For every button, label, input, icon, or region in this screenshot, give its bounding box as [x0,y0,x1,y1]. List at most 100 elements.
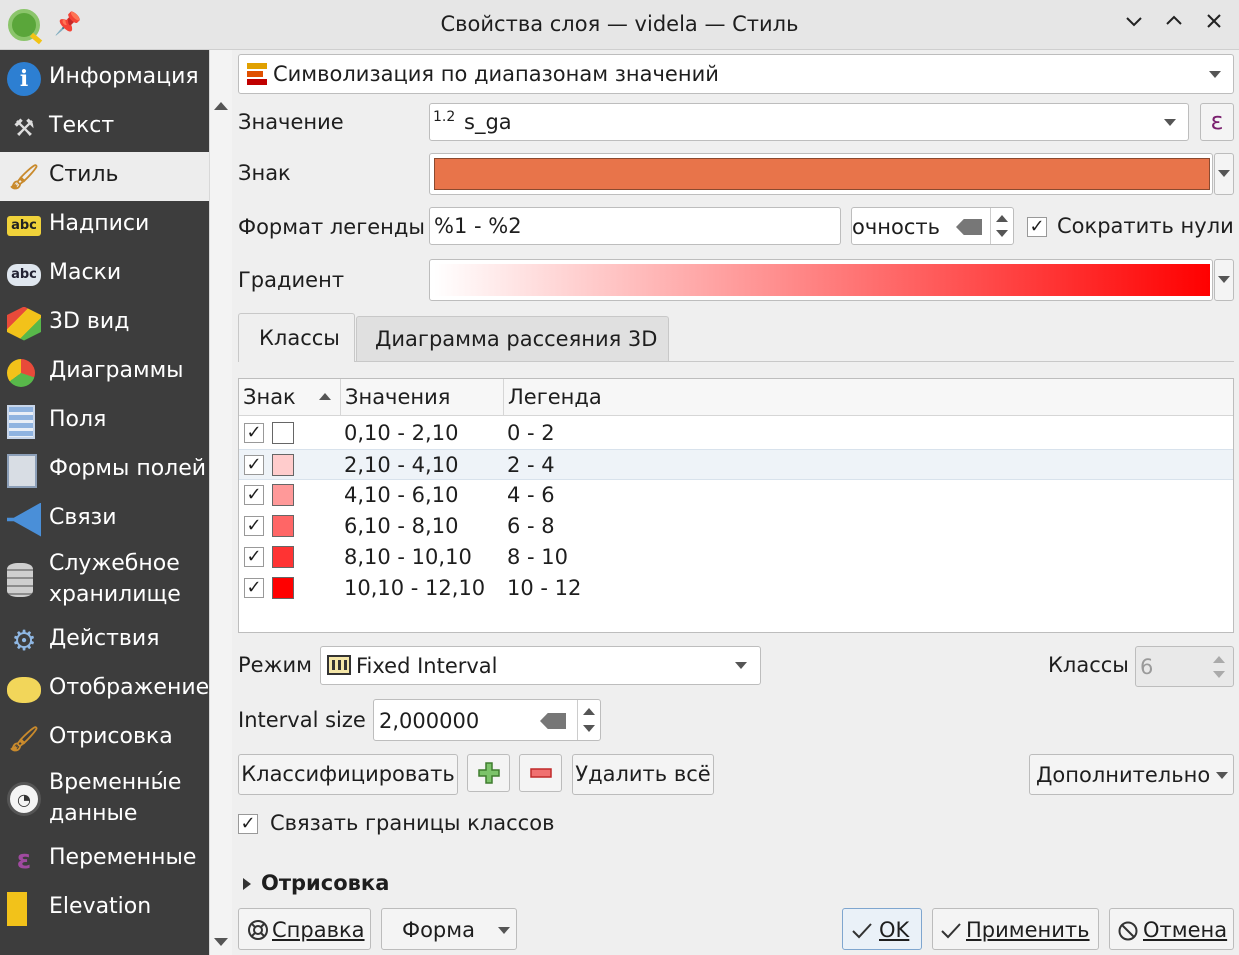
class-visible-checkbox[interactable]: ✓ [244,578,264,598]
help-button[interactable]: Справка [238,908,371,950]
scroll-up-icon[interactable] [214,102,228,110]
spin-down-icon[interactable] [1213,671,1225,678]
class-visible-checkbox[interactable]: ✓ [244,547,264,567]
sidebar-item-12[interactable]: Отображение [0,665,209,714]
sidebar-item-3[interactable]: abc Надписи [0,201,209,250]
class-legend[interactable]: 4 - 6 [507,483,555,507]
mode-label: Режим [238,653,312,677]
table-row[interactable]: ✓ 0,10 - 2,10 0 - 2 [239,418,1233,449]
minimize-icon[interactable] [1119,10,1149,40]
color-ramp-button[interactable] [429,259,1213,301]
class-color-swatch[interactable] [272,577,294,599]
sidebar-item-13[interactable]: 🖌 Отрисовка [0,714,209,763]
classes-count-spinbox[interactable]: 6 [1135,646,1234,687]
chevron-down-icon [1164,119,1176,126]
tab-classes[interactable]: Классы [238,313,355,362]
sidebar-item-1[interactable]: ⚒ Текст [0,103,209,152]
class-values[interactable]: 4,10 - 6,10 [344,483,458,507]
class-visible-checkbox[interactable]: ✓ [244,485,264,505]
class-values[interactable]: 8,10 - 10,10 [344,545,472,569]
sidebar-item-11[interactable]: ⚙ Действия [0,616,209,665]
class-legend[interactable]: 6 - 8 [507,514,555,538]
column-header-legend[interactable]: Легенда [504,379,1233,416]
style-menu-button[interactable]: Форма [381,908,517,950]
spin-down-icon[interactable] [996,230,1008,237]
class-color-swatch[interactable] [272,546,294,568]
sidebar-item-8[interactable]: Формы полей [0,446,209,495]
trim-zeros-checkbox[interactable]: ✓ [1027,217,1047,237]
clear-icon[interactable] [540,713,566,729]
sidebar-item-9[interactable]: Связи [0,495,209,544]
class-legend[interactable]: 10 - 12 [507,576,581,600]
sidebar-item-4[interactable]: abc Маски [0,250,209,299]
spin-down-icon[interactable] [583,725,595,732]
interval-size-spinbox[interactable]: 2,000000 [373,699,601,741]
forms-icon [7,453,37,488]
mode-select[interactable]: Fixed Interval [320,646,761,685]
spin-up-icon[interactable] [583,708,595,715]
apply-button[interactable]: Применить [932,908,1099,950]
class-values[interactable]: 6,10 - 8,10 [344,514,458,538]
chevron-down-icon [498,927,510,934]
value-field-select[interactable]: 1.2 s_ga [429,103,1189,141]
class-legend[interactable]: 8 - 10 [507,545,568,569]
sidebar-item-6[interactable]: Диаграммы [0,348,209,397]
sidebar-item-14[interactable]: ◔ Временны́е данные [0,763,209,835]
gradient-ramp-swatch [434,264,1210,296]
advanced-button[interactable]: Дополнительно [1029,754,1234,795]
table-row[interactable]: ✓ 6,10 - 8,10 6 - 8 [239,511,1233,542]
add-class-button[interactable] [467,754,510,792]
expression-button[interactable]: ε [1200,103,1234,141]
close-icon[interactable] [1199,10,1229,40]
symbol-menu-button[interactable] [1214,153,1234,195]
sidebar-item-15[interactable]: ε Переменные [0,835,209,884]
class-visible-checkbox[interactable]: ✓ [244,516,264,536]
remove-class-button[interactable] [519,754,562,792]
renderer-select[interactable]: Символизация по диапазонам значений [238,54,1234,94]
sidebar-item-2[interactable]: 🖌 Стиль [0,152,209,201]
sidebar-item-label: Отрисовка [49,724,173,749]
class-legend[interactable]: 2 - 4 [507,453,555,477]
sidebar-item-0[interactable]: i Информация [0,54,209,103]
cancel-button[interactable]: Отмена [1109,908,1234,950]
sidebar-item-16[interactable]: Elevation [0,884,209,933]
maximize-icon[interactable] [1159,10,1189,40]
delete-all-button[interactable]: Удалить всё [572,754,714,795]
sort-ascending-icon [319,393,331,400]
scroll-down-icon[interactable] [214,938,228,946]
sidebar-item-10[interactable]: Служебное хранилище [0,544,209,616]
column-header-symbol[interactable]: Знак [239,379,341,416]
class-values[interactable]: 0,10 - 2,10 [344,421,458,445]
sidebar-item-5[interactable]: 3D вид [0,299,209,348]
clear-icon[interactable] [956,219,982,235]
class-color-swatch[interactable] [272,515,294,537]
rendering-section-header[interactable]: Отрисовка [261,871,389,895]
column-header-values[interactable]: Значения [341,379,504,416]
symbol-button[interactable] [429,153,1213,195]
sidebar-scrollbar[interactable] [209,50,232,955]
legend-format-input[interactable]: %1 - %2 [429,207,841,245]
class-legend[interactable]: 0 - 2 [507,421,555,445]
tab-scatter-3d[interactable]: Диаграмма рассеяния 3D [356,316,669,361]
expand-arrow-icon[interactable] [243,878,251,890]
table-row[interactable]: ✓ 4,10 - 6,10 4 - 6 [239,480,1233,511]
table-row[interactable]: ✓ 2,10 - 4,10 2 - 4 [239,449,1233,480]
table-row[interactable]: ✓ 8,10 - 10,10 8 - 10 [239,542,1233,573]
class-color-swatch[interactable] [272,484,294,506]
sidebar-item-7[interactable]: Поля [0,397,209,446]
link-bounds-checkbox[interactable]: ✓ [238,814,258,834]
spin-up-icon[interactable] [996,215,1008,222]
class-values[interactable]: 10,10 - 12,10 [344,576,485,600]
classify-button[interactable]: Классифицировать [238,754,458,795]
class-visible-checkbox[interactable]: ✓ [244,423,264,443]
spin-up-icon[interactable] [1213,656,1225,663]
color-ramp-menu-button[interactable] [1214,259,1234,301]
class-color-swatch[interactable] [272,422,294,444]
table-row[interactable]: ✓ 10,10 - 12,10 10 - 12 [239,573,1233,604]
ok-button[interactable]: OK [842,908,922,950]
class-visible-checkbox[interactable]: ✓ [244,455,264,475]
value-field-text: s_ga [464,110,512,134]
precision-spinbox[interactable]: очность [851,207,1014,245]
class-values[interactable]: 2,10 - 4,10 [344,453,458,477]
class-color-swatch[interactable] [272,454,294,476]
